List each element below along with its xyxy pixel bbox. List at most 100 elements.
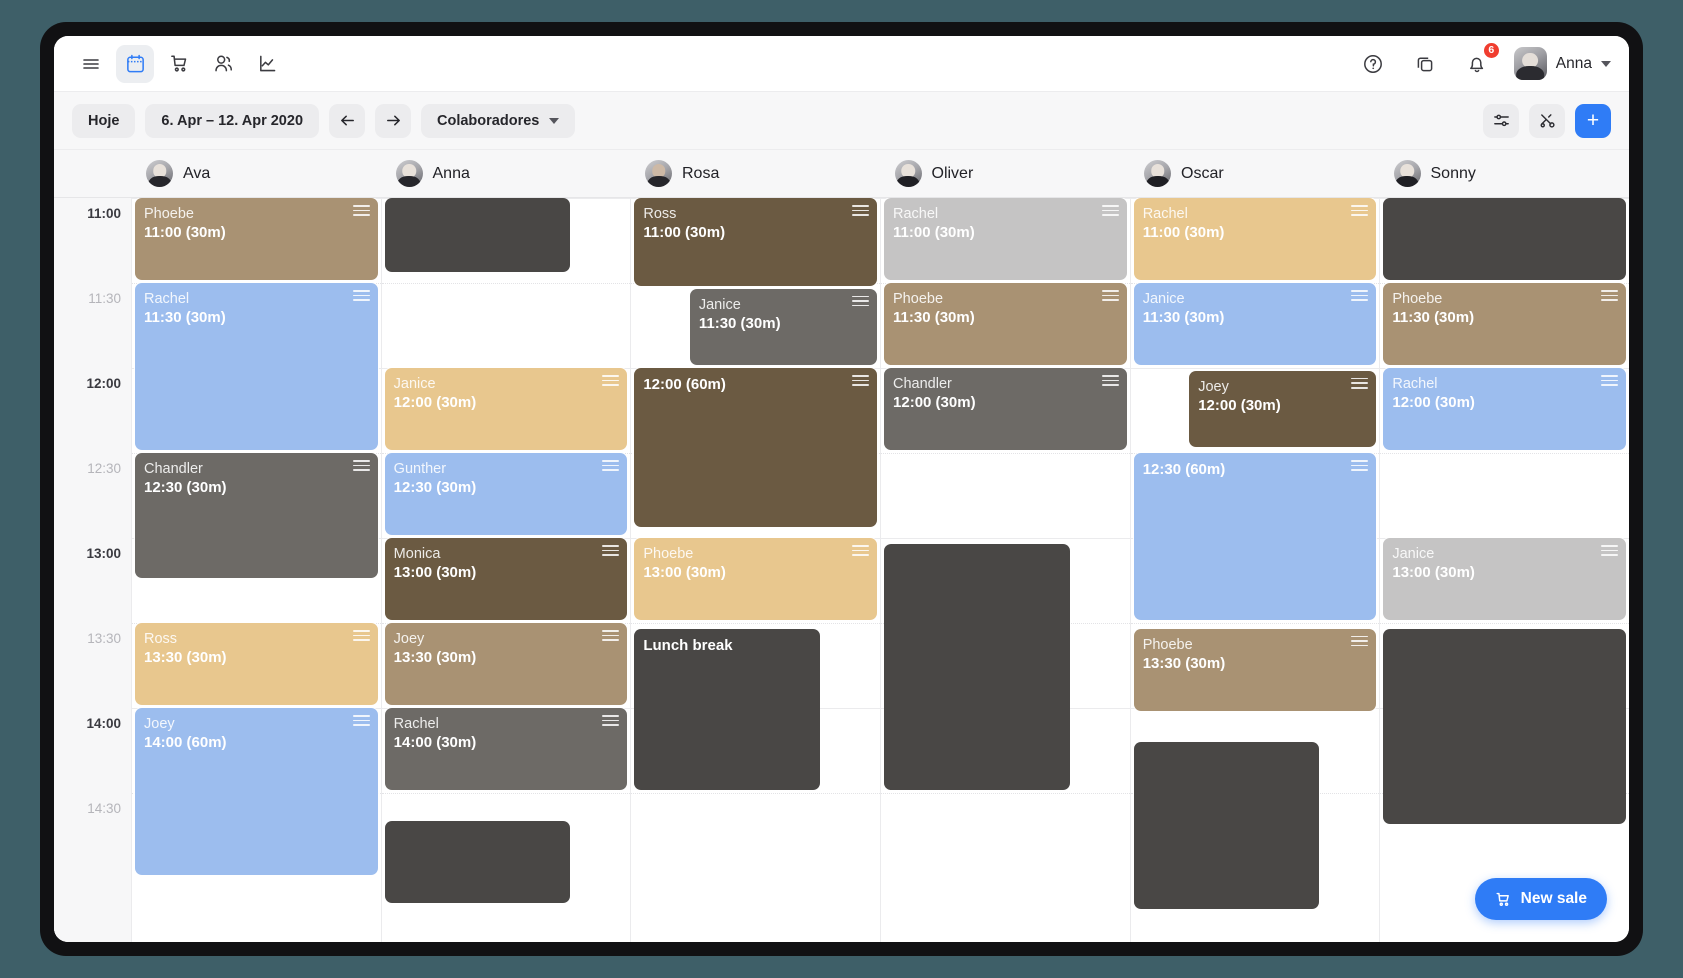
calendar-block[interactable] [1383, 198, 1627, 280]
event-time-label: 11:00 (30m) [144, 224, 226, 242]
calendar-event[interactable]: Joey 12:00 (30m) [1189, 370, 1377, 448]
calendar-block[interactable] [384, 198, 571, 272]
user-menu[interactable]: Anna [1513, 47, 1611, 80]
calendar-event[interactable]: 12:00 (60m) [634, 368, 878, 527]
calendar-event[interactable]: 12:30 (60m) [1133, 453, 1377, 620]
drag-handle-icon[interactable] [1101, 375, 1119, 386]
calendar-event[interactable]: Chandler 12:30 (30m) [135, 453, 378, 578]
drag-handle-icon[interactable] [602, 460, 620, 471]
staff-column-header[interactable]: Sonny [1380, 150, 1630, 197]
staff-column-header[interactable]: Anna [382, 150, 632, 197]
day-column-oliver[interactable]: Rachel 11:00 (30m) Phoebe 11:30 (30m) Chandl… [881, 198, 1131, 942]
previous-week-button[interactable] [329, 103, 366, 138]
drag-handle-icon[interactable] [352, 205, 370, 216]
calendar-event[interactable]: Rachel 11:30 (30m) [135, 283, 378, 450]
drag-handle-icon[interactable] [1351, 377, 1369, 389]
add-appointment-button[interactable]: + [1575, 103, 1611, 138]
drag-handle-icon[interactable] [1601, 545, 1619, 556]
event-time-label: 12:30 (60m) [1142, 461, 1226, 478]
event-time-label: 12:30 (30m) [393, 479, 477, 497]
drag-handle-icon[interactable] [352, 715, 370, 726]
drag-handle-icon[interactable] [352, 460, 370, 471]
view-selector[interactable]: Colaboradores [421, 103, 576, 138]
calendar-event[interactable]: Ross 11:00 (30m) [634, 198, 878, 286]
calendar-event[interactable]: Janice 13:00 (30m) [1383, 538, 1627, 620]
time-axis-gutter: 11:00 11:30 12:00 12:30 13:00 13:30 14:00 14:30 [54, 198, 132, 942]
drag-handle-icon[interactable] [602, 375, 620, 386]
duplicate-icon[interactable] [1406, 45, 1444, 83]
tools-button[interactable] [1529, 103, 1565, 138]
date-range-display[interactable]: 6. Apr – 12. Apr 2020 [145, 103, 320, 138]
drag-handle-icon[interactable] [1351, 460, 1369, 471]
calendar-event[interactable]: Rachel 14:00 (30m) [384, 708, 628, 790]
drag-handle-icon[interactable] [852, 205, 870, 216]
calendar-event[interactable]: Janice 11:30 (30m) [1133, 283, 1377, 365]
drag-handle-icon[interactable] [602, 545, 620, 556]
calendar-event[interactable]: Rachel 11:00 (30m) [1133, 198, 1377, 280]
day-column-ava[interactable]: Phoebe 11:00 (30m) Rachel 11:30 (30m) Chandl… [132, 198, 382, 942]
drag-handle-icon[interactable] [1351, 290, 1369, 301]
nav-item-calendar[interactable] [116, 44, 154, 83]
staff-column-header[interactable]: Ava [132, 150, 382, 197]
drag-handle-icon[interactable] [602, 715, 620, 726]
calendar-event[interactable]: Monica 13:00 (30m) [384, 538, 628, 620]
calendar-event[interactable]: Phoebe 13:00 (30m) [634, 538, 878, 620]
notifications-button[interactable]: 6 [1458, 41, 1500, 83]
calendar-event[interactable]: Ross 13:30 (30m) [135, 623, 378, 705]
staff-name-label: Sonny [1430, 164, 1476, 182]
next-week-button[interactable] [375, 103, 412, 138]
staff-column-header[interactable]: Rosa [631, 150, 881, 197]
drag-handle-icon[interactable] [352, 290, 370, 301]
staff-name-label: Rosa [682, 164, 720, 182]
calendar-block[interactable] [384, 821, 571, 904]
calendar-block[interactable] [1383, 628, 1627, 824]
nav-item-analytics[interactable] [248, 45, 286, 83]
calendar-block[interactable] [1133, 742, 1320, 909]
day-column-anna[interactable]: Janice 12:00 (30m) Gunther 12:30 (30m) Monic… [381, 198, 632, 942]
calendar-block[interactable] [884, 543, 1070, 790]
calendar-event[interactable]: Phoebe 11:30 (30m) [1383, 283, 1627, 365]
event-time-label: 12:00 (30m) [893, 394, 976, 412]
event-time-label: 13:00 (30m) [393, 564, 477, 582]
filter-settings-button[interactable] [1483, 103, 1519, 138]
notification-badge: 6 [1482, 41, 1500, 59]
calendar-event[interactable]: Rachel 11:00 (30m) [884, 198, 1127, 280]
hamburger-menu-button[interactable] [72, 45, 110, 83]
drag-handle-icon[interactable] [1101, 205, 1119, 216]
calendar-event[interactable]: Rachel 12:00 (30m) [1383, 368, 1627, 450]
calendar-event[interactable]: Phoebe 13:30 (30m) [1133, 628, 1377, 711]
new-sale-button[interactable]: New sale [1474, 878, 1607, 920]
event-time-label: 11:30 (30m) [1392, 309, 1475, 327]
drag-handle-icon[interactable] [1351, 205, 1369, 216]
calendar-block[interactable]: Lunch break [634, 628, 821, 790]
calendar-event[interactable]: Gunther 12:30 (30m) [384, 453, 628, 535]
drag-handle-icon[interactable] [352, 630, 370, 641]
day-column-oscar[interactable]: Rachel 11:00 (30m) Janice 11:30 (30m) Joey 12… [1130, 198, 1381, 942]
drag-handle-icon[interactable] [1351, 635, 1369, 647]
calendar-grid[interactable]: 11:00 11:30 12:00 12:30 13:00 13:30 14:00 14:30… [54, 198, 1629, 942]
day-column-rosa[interactable]: Ross 11:00 (30m) Janice 11:30 (30m) 12:00 (6… [631, 198, 882, 942]
drag-handle-icon[interactable] [852, 295, 870, 307]
drag-handle-icon[interactable] [1101, 290, 1119, 301]
drag-handle-icon[interactable] [602, 630, 620, 641]
calendar-event[interactable]: Chandler 12:00 (30m) [884, 368, 1127, 450]
day-column-sonny[interactable]: Phoebe 11:30 (30m) Rachel 12:00 (30m) Janice… [1380, 198, 1629, 942]
staff-column-header[interactable]: Oliver [881, 150, 1131, 197]
nav-item-sales[interactable] [160, 45, 198, 83]
nav-item-customers[interactable] [204, 45, 242, 83]
calendar-event[interactable]: Phoebe 11:00 (30m) [135, 198, 378, 280]
drag-handle-icon[interactable] [852, 545, 870, 556]
event-time-label: 13:30 (30m) [1142, 654, 1226, 672]
today-button[interactable]: Hoje [72, 103, 136, 138]
drag-handle-icon[interactable] [1601, 375, 1619, 386]
drag-handle-icon[interactable] [852, 375, 870, 386]
help-icon[interactable] [1354, 45, 1392, 83]
event-customer-name: Janice [1142, 291, 1185, 307]
calendar-event[interactable]: Janice 11:30 (30m) [689, 288, 878, 365]
calendar-event[interactable]: Phoebe 11:30 (30m) [884, 283, 1127, 365]
calendar-event[interactable]: Joey 14:00 (60m) [135, 708, 378, 875]
staff-column-header[interactable]: Oscar [1130, 150, 1380, 197]
drag-handle-icon[interactable] [1601, 290, 1619, 301]
calendar-event[interactable]: Joey 13:30 (30m) [384, 623, 628, 705]
calendar-event[interactable]: Janice 12:00 (30m) [384, 368, 628, 450]
